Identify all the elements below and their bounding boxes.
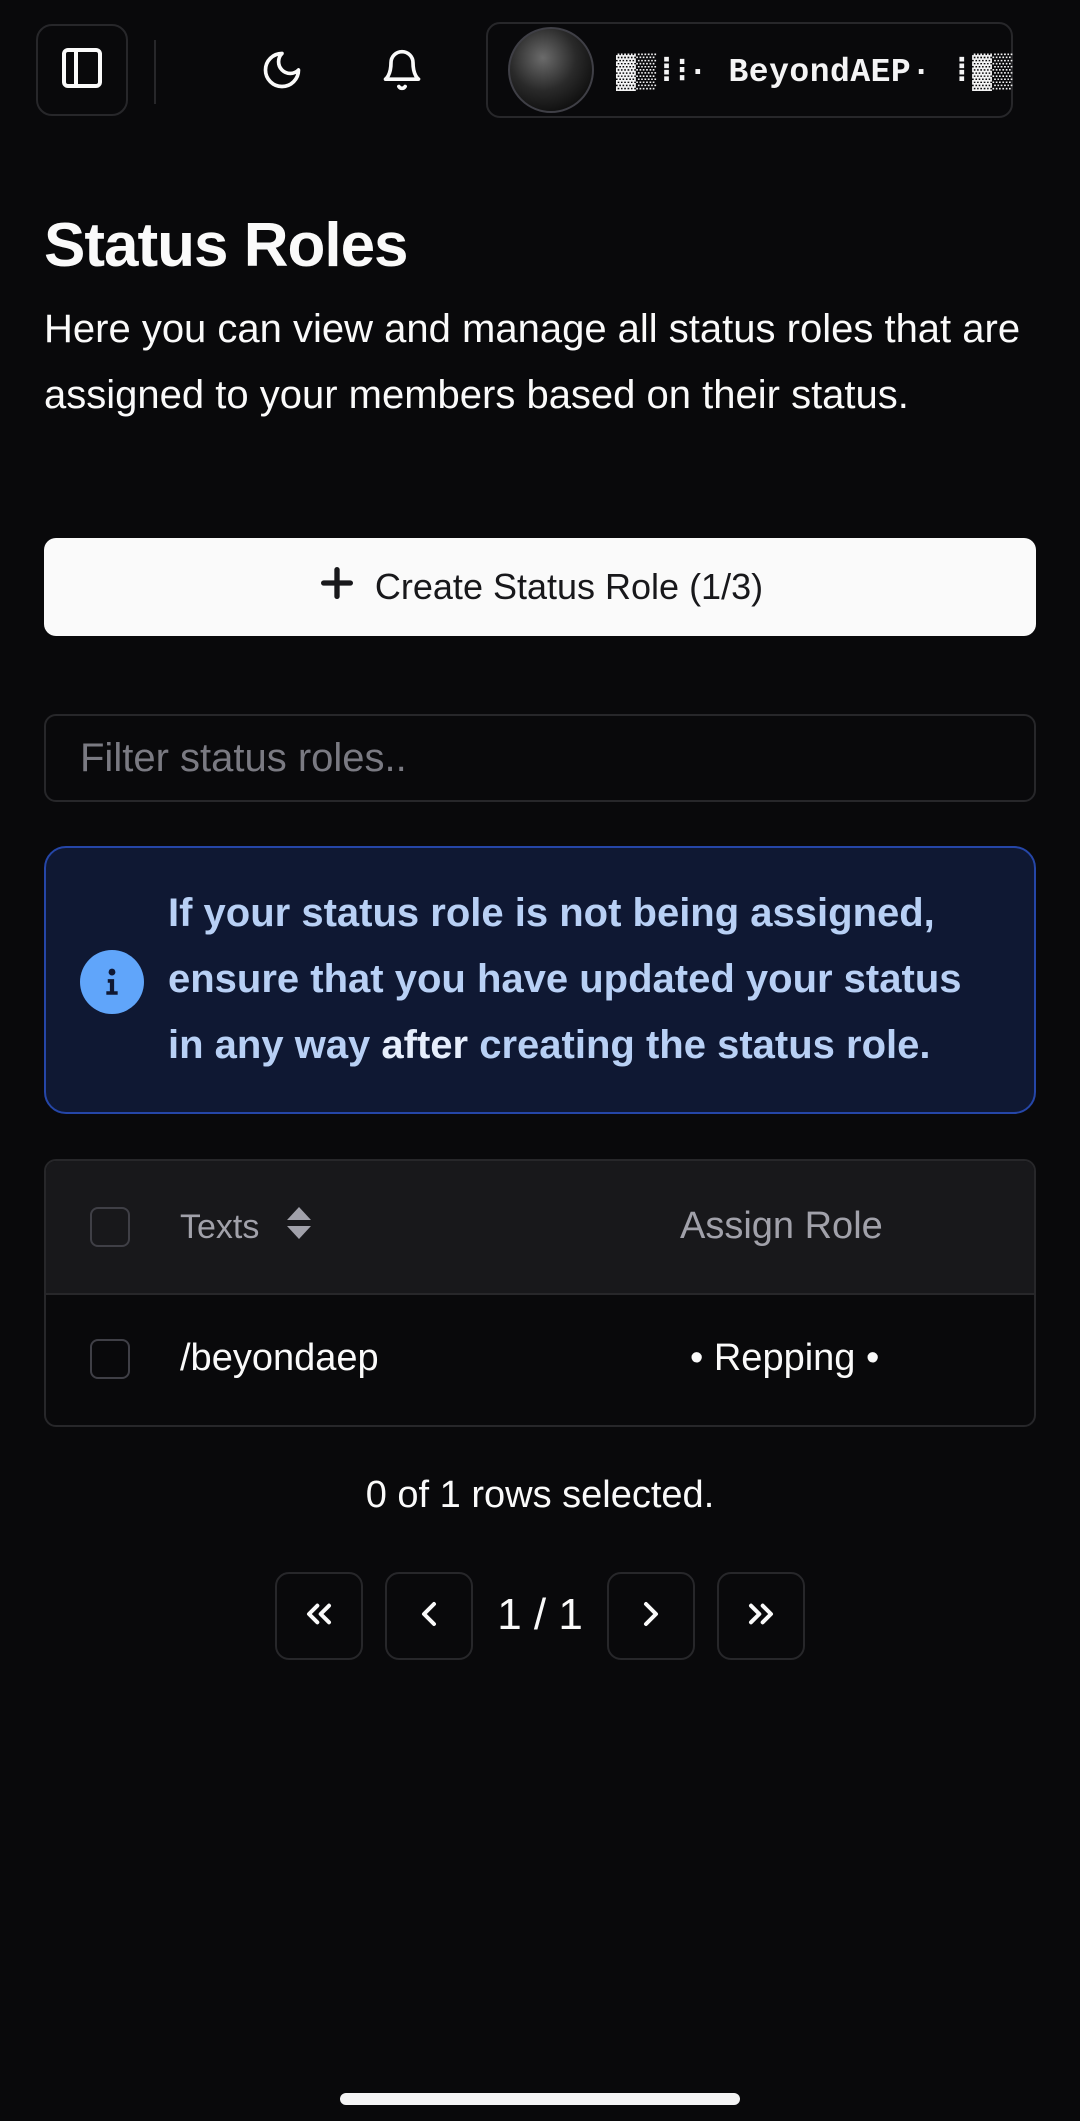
chevrons-left-icon [299,1594,339,1639]
next-page-button[interactable] [607,1572,695,1660]
username: ▓▒⁞⁝· BeyondAEP· ⁞▓▒ [616,53,1013,91]
chevron-left-icon [409,1594,449,1639]
page-indicator: 1 / 1 [497,1590,583,1639]
previous-page-button[interactable] [385,1572,473,1660]
bell-icon [380,48,424,97]
row-text-cell: /beyondaep [180,1337,379,1379]
first-page-button[interactable] [275,1572,363,1660]
notifications-button[interactable] [370,40,434,104]
filter-input[interactable]: Filter status roles.. [44,714,1036,802]
info-alert: If your status role is not being assigne… [44,846,1036,1114]
table-header: Texts Assign Role [46,1161,1034,1295]
info-icon [80,950,144,1014]
plus-icon [317,563,357,612]
sidebar-toggle-button[interactable] [36,24,128,116]
assign-role-column-header: Assign Role [680,1205,883,1247]
table-row[interactable]: /beyondaep • Repping • [46,1295,1034,1425]
create-status-role-button[interactable]: Create Status Role (1/3) [44,538,1036,636]
sidebar-icon [58,44,106,97]
alert-message: If your status role is not being assigne… [168,880,1008,1078]
top-bar: ▓▒⁞⁝· BeyondAEP· ⁞▓▒ [0,0,1080,120]
page-description: Here you can view and manage all status … [44,307,1021,417]
sort-icon [285,1205,313,1250]
avatar [508,27,594,113]
alert-text-emphasis: after [381,1023,469,1067]
selection-summary: 0 of 1 rows selected. [365,1474,715,1516]
home-indicator[interactable] [340,2093,740,2105]
row-role-cell: • Repping • [690,1337,880,1379]
create-status-role-label: Create Status Role (1/3) [374,566,764,607]
texts-column-label: Texts [180,1208,260,1246]
chevrons-right-icon [741,1594,781,1639]
moon-icon [260,48,304,97]
row-checkbox[interactable] [90,1339,130,1379]
texts-column-header[interactable]: Texts [180,1205,313,1250]
theme-toggle-button[interactable] [250,40,314,104]
filter-placeholder: Filter status roles.. [80,735,407,780]
page-title: Status Roles [44,211,409,280]
header-divider [154,40,156,104]
select-all-checkbox[interactable] [90,1207,130,1247]
user-menu-button[interactable]: ▓▒⁞⁝· BeyondAEP· ⁞▓▒ [486,22,1013,118]
last-page-button[interactable] [717,1572,805,1660]
alert-text-after: creating the status role. [468,1023,931,1067]
status-roles-table: Texts Assign Role /beyondaep • Repping • [44,1159,1036,1427]
chevron-right-icon [631,1594,671,1639]
